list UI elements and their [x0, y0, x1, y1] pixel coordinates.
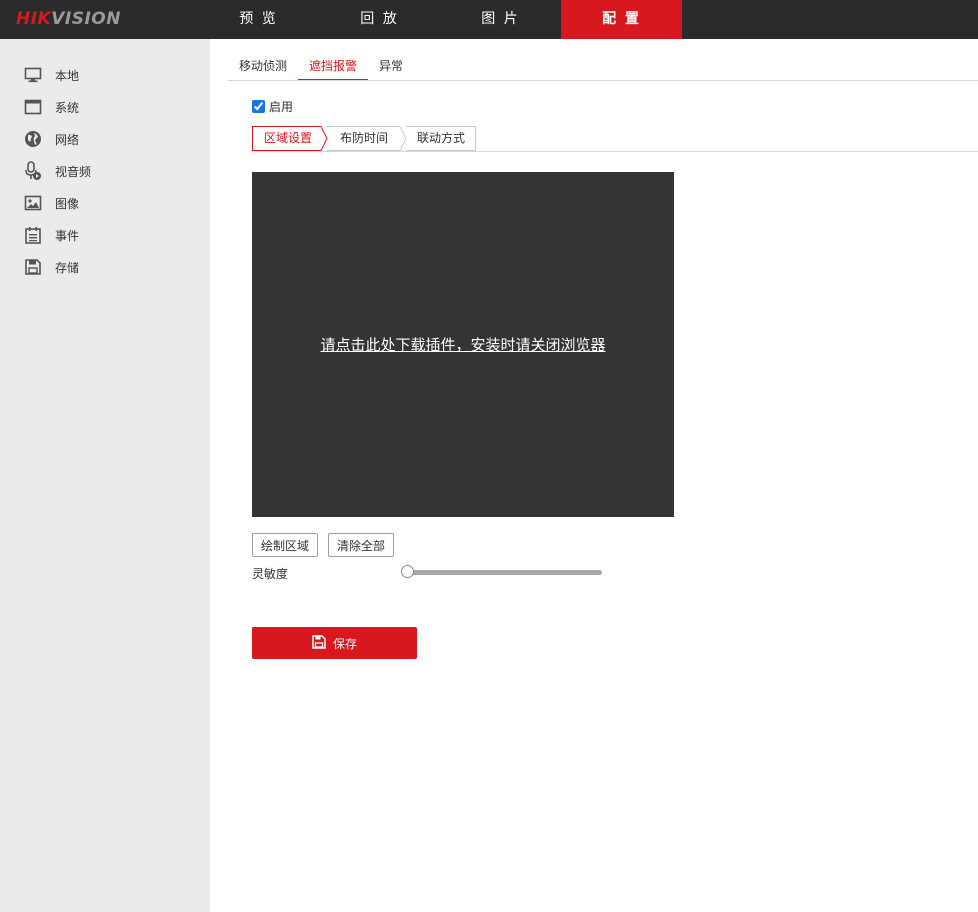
event-tabs: 移动侦测 遮挡报警 异常: [228, 51, 414, 81]
sidebar-item-video-audio[interactable]: 视音频: [24, 161, 91, 181]
draw-area-button[interactable]: 绘制区域: [252, 533, 318, 557]
tab-video-tampering[interactable]: 遮挡报警: [298, 51, 369, 81]
tab-motion-detection[interactable]: 移动侦测: [228, 51, 298, 79]
microphone-icon: [24, 161, 42, 180]
subtab-area-settings[interactable]: 区域设置: [264, 126, 312, 150]
hikvision-logo: HIKVISION: [16, 9, 121, 29]
top-nav: 预 览 回 放 图 片 配 置: [198, 0, 682, 39]
save-button[interactable]: 保存: [252, 627, 417, 659]
enable-label: 启用: [269, 100, 294, 114]
sidebar-item-label: 事件: [55, 228, 80, 243]
logo-text-hik: HIK: [16, 9, 52, 29]
subtabs-divider: [252, 151, 978, 152]
tabs-divider: [228, 80, 978, 81]
sensitivity-label: 灵敏度: [252, 567, 289, 581]
tab-exception[interactable]: 异常: [368, 51, 414, 79]
topnav-picture[interactable]: 图 片: [440, 0, 561, 39]
globe-icon: [24, 130, 42, 148]
subtab-linkage-method[interactable]: 联动方式: [417, 126, 465, 150]
video-plugin-area: 请点击此处下载插件，安装时请关闭浏览器: [252, 172, 674, 517]
sidebar-item-image[interactable]: 图像: [24, 193, 79, 213]
sidebar-item-label: 本地: [55, 68, 80, 83]
sidebar: 本地 系统 网络 视音频 图像 事件 存储: [0, 39, 210, 912]
sidebar-item-system[interactable]: 系统: [24, 97, 79, 117]
sidebar-item-storage[interactable]: 存储: [24, 257, 79, 277]
top-navigation-bar: HIKVISION 预 览 回 放 图 片 配 置: [0, 0, 978, 39]
subtab-arming-schedule[interactable]: 布防时间: [340, 126, 388, 150]
enable-checkbox[interactable]: [252, 100, 265, 113]
sidebar-item-label: 图像: [55, 196, 80, 211]
logo-text-vision: VISION: [51, 9, 121, 29]
sidebar-item-label: 存储: [55, 260, 80, 275]
sub-tabs: 区域设置 布防时间 联动方式: [252, 126, 492, 152]
clear-all-button[interactable]: 清除全部: [328, 533, 394, 557]
enable-row: 启用: [252, 98, 293, 115]
sensitivity-slider-track[interactable]: [407, 570, 602, 575]
save-button-label: 保存: [332, 636, 357, 651]
floppy-disk-icon: [24, 258, 42, 276]
topnav-playback[interactable]: 回 放: [319, 0, 440, 39]
topnav-configuration[interactable]: 配 置: [561, 0, 682, 39]
image-icon: [24, 194, 42, 212]
sidebar-item-label: 系统: [55, 100, 80, 115]
window-icon: [24, 98, 42, 116]
download-plugin-link[interactable]: 请点击此处下载插件，安装时请关闭浏览器: [320, 334, 605, 355]
monitor-icon: [24, 66, 42, 84]
sensitivity-slider-thumb[interactable]: [401, 565, 414, 578]
topnav-preview[interactable]: 预 览: [198, 0, 319, 39]
sidebar-item-event[interactable]: 事件: [24, 225, 79, 245]
sidebar-item-network[interactable]: 网络: [24, 129, 79, 149]
floppy-disk-icon: [312, 634, 326, 652]
calendar-icon: [24, 226, 42, 244]
sidebar-item-label: 网络: [55, 132, 80, 147]
sidebar-item-local[interactable]: 本地: [24, 65, 79, 85]
sidebar-item-label: 视音频: [55, 164, 92, 179]
main-content: 移动侦测 遮挡报警 异常 启用 区域设置 布防时间 联动方式 请点击此处下载插件…: [210, 39, 978, 912]
